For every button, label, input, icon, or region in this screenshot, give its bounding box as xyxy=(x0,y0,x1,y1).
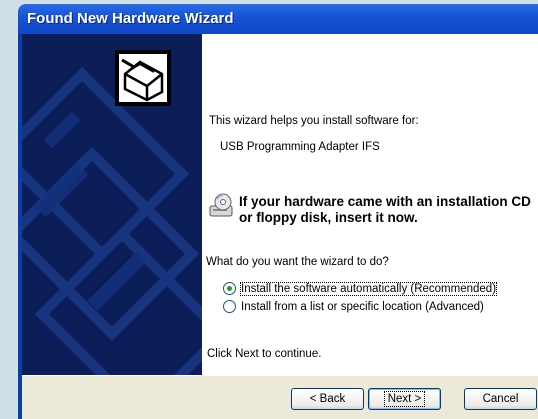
next-button[interactable]: Next > xyxy=(368,388,441,410)
wizard-side-panel xyxy=(22,34,202,375)
cd-drive-icon xyxy=(209,193,233,217)
option-advanced-install[interactable]: Install from a list or specific location… xyxy=(223,300,484,313)
device-name: USB Programming Adapter IFS xyxy=(220,141,380,153)
intro-text: This wizard helps you install software f… xyxy=(209,115,419,127)
wizard-window: Found New Hardware Wizard This wizard he… xyxy=(18,4,538,419)
cancel-button-label: Cancel xyxy=(482,393,519,405)
option-advanced-install-label[interactable]: Install from a list or specific location… xyxy=(241,301,484,313)
back-button[interactable]: < Back xyxy=(291,388,364,410)
wizard-footer: < Back Next > Cancel xyxy=(22,375,538,419)
radio-auto-install[interactable] xyxy=(223,282,236,295)
cancel-button[interactable]: Cancel xyxy=(464,388,537,410)
radio-advanced-install[interactable] xyxy=(223,300,236,313)
title-bar[interactable]: Found New Hardware Wizard xyxy=(18,4,538,34)
cd-prompt-line1: If your hardware came with an installati… xyxy=(239,194,531,209)
option-auto-install[interactable]: Install the software automatically (Reco… xyxy=(223,281,498,296)
next-button-label: Next > xyxy=(383,391,426,407)
hardware-wizard-icon xyxy=(115,50,171,106)
question-text: What do you want the wizard to do? xyxy=(206,256,389,268)
back-button-label: < Back xyxy=(309,393,346,405)
option-auto-install-label[interactable]: Install the software automatically (Reco… xyxy=(239,281,498,296)
wizard-client: This wizard helps you install software f… xyxy=(22,34,538,419)
cd-prompt-line2: or floppy disk, insert it now. xyxy=(239,210,418,225)
continue-hint: Click Next to continue. xyxy=(207,348,322,360)
side-panel-artwork xyxy=(22,50,202,375)
window-title: Found New Hardware Wizard xyxy=(27,10,234,27)
wizard-content: This wizard helps you install software f… xyxy=(202,34,538,375)
